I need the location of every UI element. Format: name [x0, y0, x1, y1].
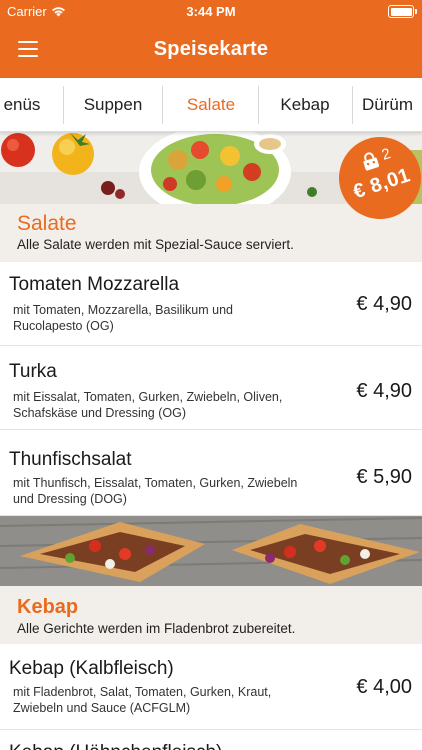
item-description: mit Fladenbrot, Salat, Tomaten, Gurken, … [13, 685, 272, 715]
item-price: € 5,90 [356, 466, 412, 488]
category-tab-bar[interactable]: enüs Suppen Salate Kebap Dürüm [0, 78, 422, 132]
item-price: € 4,00 [356, 676, 412, 698]
shopping-bag-icon [363, 152, 380, 171]
item-description: mit Tomaten, Mozzarella, Basilikum und R… [13, 303, 233, 333]
item-price: € 4,90 [356, 380, 412, 402]
item-name: Turka [9, 361, 57, 382]
tab-dueruem[interactable]: Dürüm [362, 86, 422, 124]
tab-divider [162, 86, 163, 124]
tab-suppen[interactable]: Suppen [70, 86, 156, 124]
tab-divider [63, 86, 64, 124]
item-description: mit Thunfisch, Eissalat, Tomaten, Gurken… [13, 476, 298, 506]
tab-kebap[interactable]: Kebap [264, 86, 346, 124]
item-name: Kebap (Kalbfleisch) [9, 658, 174, 679]
battery-icon [388, 5, 417, 18]
menu-item[interactable]: Kebap (Kalbfleisch) mit Fladenbrot, Sala… [0, 644, 422, 730]
menu-item[interactable]: Kebap (Hähnchenfleisch) [0, 730, 422, 750]
section-header-kebap: Kebap Alle Gerichte werden im Fladenbrot… [0, 586, 422, 644]
navigation-bar: Speisekarte [0, 24, 422, 78]
tab-menues[interactable]: enüs [0, 86, 48, 124]
section-subtitle: Alle Salate werden mit Spezial-Sauce ser… [17, 237, 294, 252]
cart-item-count: 2 [379, 145, 393, 164]
item-price: € 4,90 [356, 293, 412, 315]
section-subtitle: Alle Gerichte werden im Fladenbrot zuber… [17, 621, 296, 636]
kebap-illustration [0, 516, 422, 586]
menu-item[interactable]: Turka mit Eissalat, Tomaten, Gurken, Zwi… [0, 346, 422, 430]
item-name: Tomaten Mozzarella [9, 274, 180, 295]
tab-divider [352, 86, 353, 124]
status-bar: Carrier 3:44 PM [0, 0, 422, 24]
item-description: mit Eissalat, Tomaten, Gurken, Zwiebeln,… [13, 390, 283, 420]
section-title: Salate [17, 212, 77, 235]
tab-divider [258, 86, 259, 124]
item-name: Kebap (Hähnchenfleisch) [9, 742, 222, 750]
page-title: Speisekarte [153, 38, 269, 60]
kebap-banner-image [0, 516, 422, 586]
status-time: 3:44 PM [186, 4, 236, 19]
section-title: Kebap [17, 596, 79, 618]
tab-salate[interactable]: Salate [170, 86, 252, 124]
item-name: Thunfischsalat [9, 449, 132, 470]
menu-item[interactable]: Tomaten Mozzarella mit Tomaten, Mozzarel… [0, 262, 422, 346]
menu-item[interactable]: Thunfischsalat mit Thunfisch, Eissalat, … [0, 430, 422, 516]
